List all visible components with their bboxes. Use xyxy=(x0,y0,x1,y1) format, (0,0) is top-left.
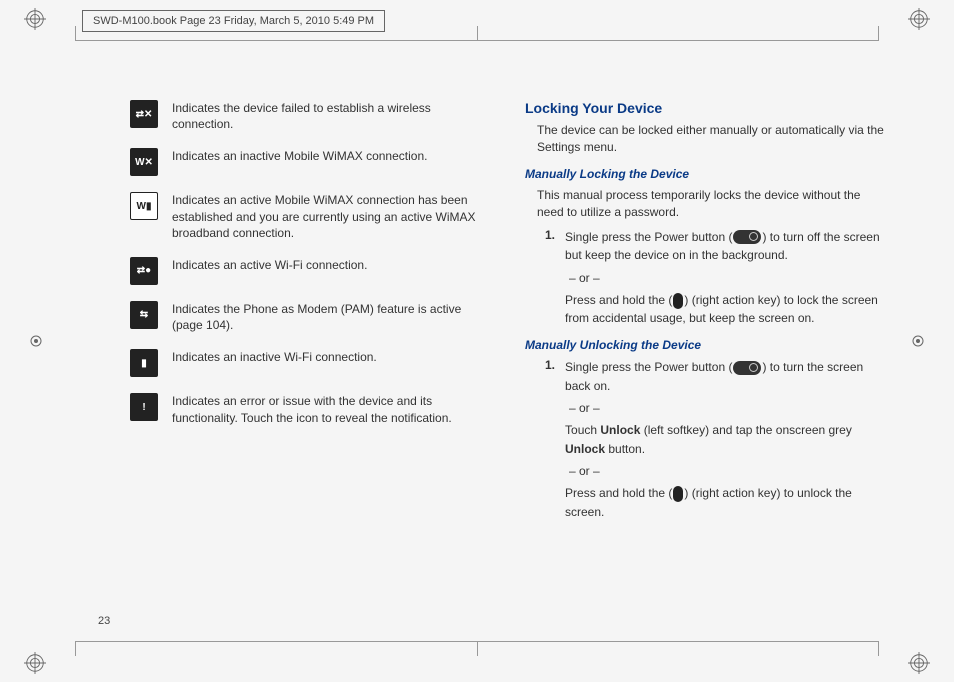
step-item: 1. Touch Unlock (left softkey) and tap t… xyxy=(545,421,884,458)
icon-description: Indicates the Phone as Modem (PAM) featu… xyxy=(172,301,489,333)
right-column: Locking Your Device The device can be lo… xyxy=(525,100,884,602)
text-fragment: Single press the Power button ( xyxy=(565,360,732,374)
bold-text: Unlock xyxy=(565,442,605,456)
icon-row: ! Indicates an error or issue with the de… xyxy=(130,393,489,425)
icon-row: ⇄● Indicates an active Wi-Fi connection. xyxy=(130,257,489,285)
step-item: 1. Single press the Power button () to t… xyxy=(545,228,884,265)
crop-tick xyxy=(477,26,478,40)
crop-tick xyxy=(75,26,76,40)
registration-dot-icon xyxy=(30,335,42,347)
step-text: Touch Unlock (left softkey) and tap the … xyxy=(565,421,884,458)
icon-description: Indicates an error or issue with the dev… xyxy=(172,393,489,425)
body-text: This manual process temporarily locks th… xyxy=(525,187,884,222)
body-text: The device can be locked either manually… xyxy=(525,122,884,157)
text-fragment: Touch xyxy=(565,423,600,437)
registration-mark-icon xyxy=(908,8,930,30)
power-button-icon xyxy=(733,230,761,244)
or-separator: – or – xyxy=(569,271,884,285)
pam-active-icon: ⇆ xyxy=(130,301,158,329)
power-button-icon xyxy=(733,361,761,375)
step-text: Single press the Power button () to turn… xyxy=(565,228,884,265)
text-fragment: Press and hold the ( xyxy=(565,293,672,307)
step-item: 1. Press and hold the () (right action k… xyxy=(545,291,884,328)
wimax-active-icon: W▮ xyxy=(130,192,158,220)
icon-description: Indicates an active Mobile WiMAX connect… xyxy=(172,192,489,241)
step-text: Single press the Power button () to turn… xyxy=(565,358,884,395)
wifi-active-icon: ⇄● xyxy=(130,257,158,285)
icon-row: ⇄✕ Indicates the device failed to establi… xyxy=(130,100,489,132)
wireless-failed-icon: ⇄✕ xyxy=(130,100,158,128)
icon-row: W✕ Indicates an inactive Mobile WiMAX con… xyxy=(130,148,489,176)
registration-mark-icon xyxy=(908,652,930,674)
crop-tick xyxy=(477,642,478,656)
bold-text: Unlock xyxy=(600,423,640,437)
left-column: ⇄✕ Indicates the device failed to establi… xyxy=(130,100,489,602)
registration-mark-icon xyxy=(24,8,46,30)
crop-rule xyxy=(75,40,879,41)
step-text: Press and hold the () (right action key)… xyxy=(565,291,884,328)
icon-description: Indicates an inactive Mobile WiMAX conne… xyxy=(172,148,427,164)
action-key-icon xyxy=(673,486,683,502)
step-item: 1. Single press the Power button () to t… xyxy=(545,358,884,395)
or-separator: – or – xyxy=(569,464,884,478)
text-fragment: Press and hold the ( xyxy=(565,486,672,500)
registration-mark-icon xyxy=(24,652,46,674)
icon-description: Indicates the device failed to establish… xyxy=(172,100,489,132)
page-body: ⇄✕ Indicates the device failed to establi… xyxy=(130,100,884,602)
text-fragment: (left softkey) and tap the onscreen grey xyxy=(640,423,851,437)
section-heading: Locking Your Device xyxy=(525,100,884,116)
registration-dot-icon xyxy=(912,335,924,347)
sub-heading: Manually Unlocking the Device xyxy=(525,338,884,352)
wifi-inactive-icon: ▮ xyxy=(130,349,158,377)
crop-tick xyxy=(878,26,879,40)
page-number: 23 xyxy=(98,615,110,627)
text-fragment: button. xyxy=(605,442,645,456)
error-icon: ! xyxy=(130,393,158,421)
crop-tick xyxy=(878,642,879,656)
action-key-icon xyxy=(673,293,683,309)
sub-heading: Manually Locking the Device xyxy=(525,167,884,181)
step-item: 1. Press and hold the () (right action k… xyxy=(545,484,884,521)
crop-tick xyxy=(75,642,76,656)
icon-row: ⇆ Indicates the Phone as Modem (PAM) feat… xyxy=(130,301,489,333)
wimax-inactive-icon: W✕ xyxy=(130,148,158,176)
step-number: 1. xyxy=(545,358,555,395)
icon-description: Indicates an active Wi-Fi connection. xyxy=(172,257,367,273)
icon-row: ▮ Indicates an inactive Wi-Fi connection. xyxy=(130,349,489,377)
or-separator: – or – xyxy=(569,401,884,415)
icon-description: Indicates an inactive Wi-Fi connection. xyxy=(172,349,377,365)
icon-row: W▮ Indicates an active Mobile WiMAX conne… xyxy=(130,192,489,241)
text-fragment: Single press the Power button ( xyxy=(565,230,732,244)
step-number: 1. xyxy=(545,228,555,265)
step-text: Press and hold the () (right action key)… xyxy=(565,484,884,521)
page-header: SWD-M100.book Page 23 Friday, March 5, 2… xyxy=(82,10,385,32)
